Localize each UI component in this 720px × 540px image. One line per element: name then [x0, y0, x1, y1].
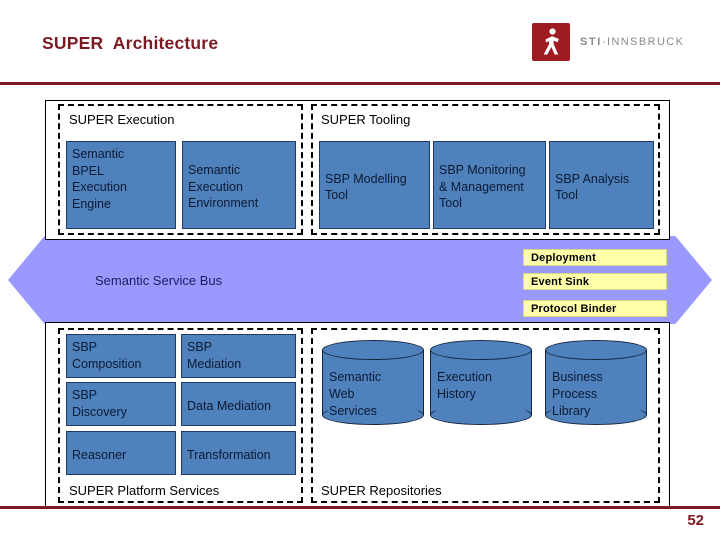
- cylinder-top-ellipse: [322, 340, 424, 360]
- bus-chip-deployment[interactable]: Deployment: [523, 249, 667, 266]
- component-transformation[interactable]: Transformation: [181, 431, 296, 475]
- component-sbp-modelling-tool[interactable]: SBP Modelling Tool: [319, 141, 430, 229]
- bus-chip-event-sink[interactable]: Event Sink: [523, 273, 667, 290]
- component-sbp-modelling-tool-label: SBP Modelling Tool: [325, 171, 407, 203]
- logo-wordmark-sti: STI: [580, 36, 602, 48]
- repository-business-process-library[interactable]: Business Process Library: [545, 340, 647, 425]
- component-sbp-monitoring-management-tool[interactable]: SBP Monitoring & Management Tool: [433, 141, 546, 229]
- footer-divider: [0, 506, 720, 509]
- cylinder-bottom-ellipse: [430, 405, 532, 425]
- page-number: 52: [687, 512, 704, 529]
- component-transformation-label: Transformation: [187, 447, 271, 462]
- component-sbp-monitoring-management-tool-label: SBP Monitoring & Management Tool: [439, 163, 526, 211]
- logo-wordmark: STI·INNSBRUCK: [580, 36, 684, 48]
- repository-semantic-web-services[interactable]: Semantic Web Services: [322, 340, 424, 425]
- group-label-super-tooling: SUPER Tooling: [321, 112, 411, 127]
- sti-innsbruck-logo-icon: [532, 23, 570, 61]
- component-sbp-composition[interactable]: SBP Composition: [66, 334, 176, 378]
- bus-chip-protocol-binder[interactable]: Protocol Binder: [523, 300, 667, 317]
- group-label-super-repositories: SUPER Repositories: [321, 483, 442, 498]
- repository-business-process-library-label: Business Process Library: [552, 370, 603, 418]
- group-label-super-execution: SUPER Execution: [69, 112, 175, 127]
- component-data-mediation[interactable]: Data Mediation: [181, 382, 296, 426]
- component-sbp-mediation[interactable]: SBP Mediation: [181, 334, 296, 378]
- page-title: SUPER Architecture: [42, 33, 219, 53]
- component-reasoner[interactable]: Reasoner: [66, 431, 176, 475]
- group-label-super-platform-services: SUPER Platform Services: [69, 483, 220, 498]
- component-semantic-execution-environment[interactable]: Semantic Execution Environment: [182, 141, 296, 229]
- component-reasoner-label: Reasoner: [72, 447, 127, 462]
- component-sbp-discovery[interactable]: SBP Discovery: [66, 382, 176, 426]
- cylinder-top-ellipse: [545, 340, 647, 360]
- cylinder-top-ellipse: [430, 340, 532, 360]
- logo-wordmark-innsbruck: INNSBRUCK: [607, 36, 685, 48]
- sti-innsbruck-logo: STI·INNSBRUCK: [532, 22, 690, 62]
- header-divider: [0, 82, 720, 85]
- component-sbp-analysis-tool[interactable]: SBP Analysis Tool: [549, 141, 654, 229]
- repository-execution-history[interactable]: Execution History: [430, 340, 532, 425]
- component-data-mediation-label: Data Mediation: [187, 398, 272, 413]
- component-sbp-analysis-tool-label: SBP Analysis Tool: [555, 171, 630, 203]
- repository-semantic-web-services-label: Semantic Web Services: [329, 370, 382, 418]
- repository-execution-history-label: Execution History: [437, 370, 492, 401]
- semantic-service-bus-label: Semantic Service Bus: [95, 273, 223, 288]
- component-semantic-bpel-execution-engine[interactable]: Semantic BPEL Execution Engine: [66, 141, 176, 229]
- component-semantic-execution-environment-label: Semantic Execution Environment: [188, 163, 259, 211]
